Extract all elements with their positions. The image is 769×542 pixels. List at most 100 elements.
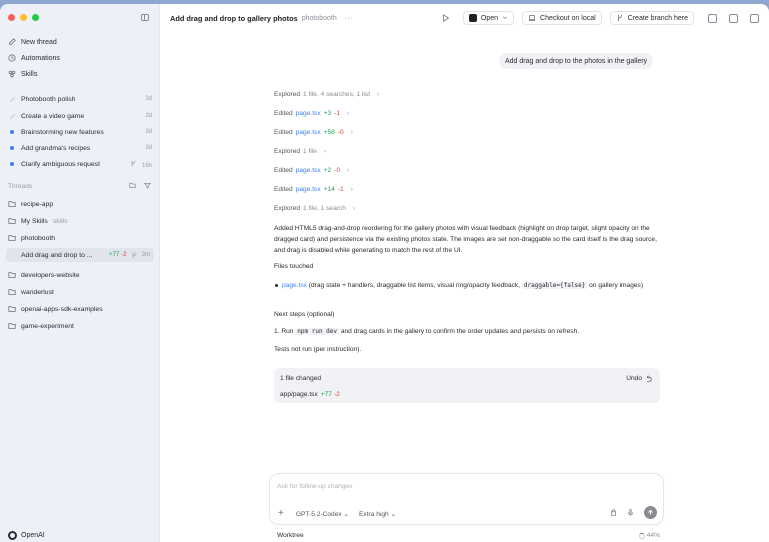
activity-verb: Edited xyxy=(274,167,293,174)
folder-name: developers-website xyxy=(21,271,80,279)
thread-age: 3d xyxy=(145,145,152,151)
file-link[interactable]: page.tsx xyxy=(282,282,307,289)
branch-icon xyxy=(617,14,622,22)
folder-item[interactable]: developers-website xyxy=(8,268,152,282)
run-button[interactable] xyxy=(437,11,455,25)
composer-options: + GPT-5.2-Codex ⌄ Extra high ⌄ xyxy=(278,508,396,519)
reasoning-selector[interactable]: Extra high ⌄ xyxy=(359,510,396,518)
progress-ring-icon xyxy=(638,532,645,539)
minimize-window-button[interactable] xyxy=(20,14,27,21)
zoom-window-button[interactable] xyxy=(32,14,39,21)
folder-item[interactable]: My Skills skills xyxy=(8,214,152,228)
context-percent: 44% xyxy=(646,532,660,539)
microphone-icon[interactable] xyxy=(627,509,634,516)
next-steps-heading: Next steps (optional) xyxy=(274,311,335,318)
folder-name: wanderlust xyxy=(21,288,54,296)
activity-row[interactable]: Edited page.tsx +3 -1 › xyxy=(274,110,349,117)
top-bar: Add drag and drop to gallery photos phot… xyxy=(160,4,769,32)
folder-item[interactable]: game-experiment xyxy=(8,319,152,333)
undo-button[interactable]: Undo xyxy=(626,375,652,382)
tests-note: Tests not run (per instruction). xyxy=(274,346,362,353)
chevron-right-icon: › xyxy=(350,186,353,193)
inline-code: npm run dev xyxy=(295,328,340,335)
chevron-right-icon: › xyxy=(323,148,327,155)
next-step-item: 1. Run npm run dev and drag cards in the… xyxy=(274,326,662,337)
activity-row[interactable]: Explored 1 file, 1 search › xyxy=(274,205,355,212)
filter-icon[interactable] xyxy=(144,182,151,189)
model-label: GPT-5.2-Codex xyxy=(295,510,342,518)
status-footer: Worktree 44% xyxy=(277,532,660,539)
folder-item[interactable]: photobooth xyxy=(8,231,152,245)
open-in-editor-button[interactable]: Open xyxy=(462,11,515,25)
activity-row[interactable]: Explored 1 file, 4 searches, 1 list › xyxy=(274,91,379,98)
activity-row[interactable]: Edited page.tsx +2 -0 › xyxy=(274,167,349,174)
active-thread-item[interactable]: Add drag and drop to ... +77 -2 3m xyxy=(6,248,154,262)
checkout-local-button[interactable]: Checkout on local xyxy=(522,11,602,25)
activity-row[interactable]: Edited page.tsx +14 -1 › xyxy=(274,186,353,193)
activity-verb: Explored xyxy=(274,91,301,98)
activity-file: page.tsx xyxy=(295,110,321,117)
folder-item[interactable]: recipe-app xyxy=(8,197,152,211)
send-button[interactable] xyxy=(644,506,657,519)
nav-skills[interactable]: Skills xyxy=(8,67,37,81)
model-selector[interactable]: GPT-5.2-Codex ⌄ xyxy=(296,510,349,518)
open-label: Open xyxy=(480,14,499,22)
user-message-bubble: Add drag and drop to the photos in the g… xyxy=(499,53,654,69)
follow-up-input[interactable] xyxy=(277,480,647,492)
recent-thread-item[interactable]: Photobooth polish 3d xyxy=(8,92,152,106)
chevron-right-icon: › xyxy=(352,205,356,212)
folder-icon xyxy=(8,288,16,296)
chevron-down-icon xyxy=(503,16,508,20)
nav-automations[interactable]: Automations xyxy=(8,51,60,65)
window-controls xyxy=(8,14,39,21)
environment-label[interactable]: Worktree xyxy=(277,532,304,539)
lock-icon[interactable] xyxy=(610,509,617,516)
new-folder-icon[interactable] xyxy=(129,182,136,189)
step-prefix: 1. Run xyxy=(274,328,296,335)
diff-panel-icon[interactable] xyxy=(729,13,738,23)
sidebar-toggle-icon[interactable] xyxy=(141,14,149,21)
recent-thread-item[interactable]: Add grandma's recipes 3d xyxy=(8,141,152,155)
inline-code: draggable={false} xyxy=(521,282,588,289)
project-name: photobooth xyxy=(301,14,337,22)
chevron-right-icon: › xyxy=(347,110,350,117)
unread-dot-icon xyxy=(10,162,14,166)
thread-age: 16h xyxy=(141,162,152,169)
recent-thread-item[interactable]: Brainstorming new features 3d xyxy=(8,125,152,139)
assistant-summary: Added HTML5 drag-and-drop reordering for… xyxy=(274,225,657,254)
threads-section-label: Threads xyxy=(8,183,33,190)
create-branch-button[interactable]: Create branch here xyxy=(609,11,694,25)
user-message-text: Add drag and drop to the photos in the g… xyxy=(505,57,648,65)
activity-detail: 1 file xyxy=(303,148,317,155)
chevron-down-icon: ⌄ xyxy=(390,510,397,518)
add-attachment-button[interactable]: + xyxy=(278,508,284,519)
activity-row[interactable]: Explored 1 file › xyxy=(274,148,326,155)
close-window-button[interactable] xyxy=(8,14,15,21)
lines-removed: -0 xyxy=(334,167,341,174)
recent-thread-item[interactable]: Clarify ambiguous request 16h xyxy=(8,157,152,171)
folder-name: game-experiment xyxy=(21,322,74,330)
folder-icon xyxy=(8,200,16,208)
org-switcher[interactable]: OpenAI xyxy=(8,531,45,540)
folder-item[interactable]: openai-apps-sdk-examples xyxy=(8,302,152,316)
changed-file-row[interactable]: app/page.tsx +77 -2 xyxy=(280,391,340,398)
thread-title: Add drag and drop to ... xyxy=(21,251,93,259)
thread-title: Add drag and drop to gallery photos xyxy=(170,13,298,23)
terminal-panel-icon[interactable] xyxy=(708,13,717,23)
activity-verb: Edited xyxy=(274,186,293,193)
folder-name: photobooth xyxy=(21,234,56,242)
thread-title: Brainstorming new features xyxy=(21,128,104,136)
branch-label: Create branch here xyxy=(627,14,688,22)
files-list: page.tsx (drag state + handlers, draggab… xyxy=(275,280,662,291)
editor-app-icon xyxy=(468,14,477,22)
nav-new-thread[interactable]: New thread xyxy=(8,35,57,49)
thread-age: 2d xyxy=(145,113,152,119)
settings-panel-icon[interactable] xyxy=(750,13,759,23)
changed-file-name: app/page.tsx xyxy=(280,391,318,398)
folder-item[interactable]: wanderlust xyxy=(8,285,152,299)
activity-row[interactable]: Edited page.tsx +58 -0 › xyxy=(274,129,353,136)
recent-thread-item[interactable]: Create a video game 2d xyxy=(8,109,152,123)
reasoning-label: Extra high xyxy=(359,510,389,518)
folder-name: My Skills xyxy=(21,217,48,225)
more-options-icon[interactable]: ··· xyxy=(345,15,354,22)
